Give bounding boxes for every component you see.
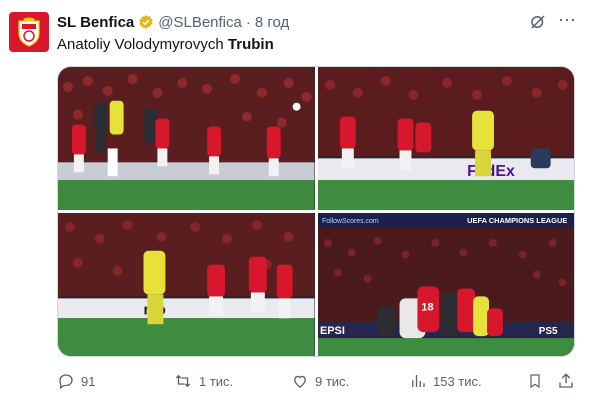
photo-3[interactable]: mo — [58, 213, 315, 356]
avatar[interactable] — [9, 12, 49, 52]
views-button[interactable]: 153 тис. — [409, 370, 482, 392]
reply-icon — [59, 374, 73, 390]
reply-count: 91 — [81, 373, 96, 389]
banner-fedex: FedEx — [467, 163, 515, 180]
benfica-crest-icon — [18, 17, 40, 47]
heart-icon — [294, 375, 306, 388]
grok-icon[interactable] — [529, 13, 547, 36]
media-grid: FedEx mo — [57, 66, 575, 357]
photo-2[interactable]: FedEx — [317, 67, 574, 210]
repost-button[interactable]: 1 тис. — [173, 370, 233, 392]
post-text-bold: Trubin — [227, 36, 274, 53]
shirt-number: 18 — [421, 301, 433, 313]
like-button[interactable]: 9 тис. — [291, 370, 349, 392]
ucl-banner: UEFA CHAMPIONS LEAGUE — [467, 216, 567, 225]
post-text: Anatoliy Volodymyrovych Trubin — [57, 36, 274, 53]
share-button[interactable] — [557, 370, 575, 392]
separator-dot: · — [245, 13, 251, 31]
post-timestamp[interactable]: 8 год — [255, 14, 289, 31]
more-options-icon[interactable]: ⋯ — [558, 10, 577, 31]
views-count: 153 тис. — [433, 373, 482, 389]
site-watermark: FollowScores.com — [321, 218, 378, 225]
repost-count: 1 тис. — [199, 373, 234, 389]
photo-1[interactable] — [58, 67, 315, 210]
bookmark-button[interactable] — [527, 370, 543, 392]
bookmark-icon — [530, 374, 540, 389]
reply-button[interactable]: 91 — [57, 370, 95, 392]
board-epsi: EPSI — [319, 325, 344, 337]
action-bar: 91 1 тис. 9 тис. 153 тис. — [57, 370, 577, 392]
account-handle[interactable]: @SLBenfica — [158, 14, 242, 31]
account-name[interactable]: SL Benfica — [57, 14, 134, 31]
repost-icon — [175, 374, 191, 388]
like-count: 9 тис. — [315, 373, 350, 389]
board-ps5: PS5 — [538, 326, 557, 337]
post-text-prefix: Anatoliy Volodymyrovych — [57, 36, 228, 53]
verified-badge-icon — [138, 14, 154, 30]
photo-4[interactable]: FollowScores.com UEFA CHAMPIONS LEAGUE E… — [317, 213, 574, 356]
post-header: SL Benfica @SLBenfica · 8 год — [57, 12, 581, 32]
views-icon — [412, 375, 425, 387]
share-icon — [559, 373, 573, 388]
post-card: SL Benfica @SLBenfica · 8 год ⋯ Anatoliy… — [0, 0, 591, 405]
